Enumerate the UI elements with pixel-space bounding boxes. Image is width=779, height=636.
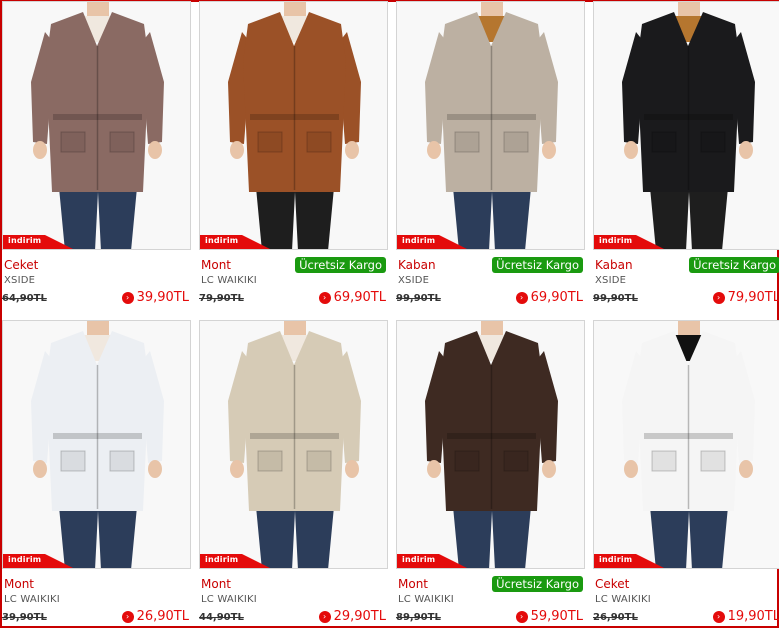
product-category[interactable]: Ceket xyxy=(595,577,629,591)
new-price: 26,90TL xyxy=(136,609,189,624)
chevron-right-icon: › xyxy=(515,610,528,623)
discount-badge-label: indirim xyxy=(599,236,633,245)
product-photo-drawing xyxy=(200,2,387,249)
product-card[interactable]: indirim Kaban Ücretsiz Kargo XSIDE 99,90TL › 6… xyxy=(396,1,585,317)
product-image[interactable]: indirim xyxy=(199,320,388,569)
product-brand: XSIDE xyxy=(398,275,430,286)
product-image[interactable]: indirim xyxy=(396,1,585,250)
new-price: 59,90TL xyxy=(530,609,583,624)
old-price: 26,90TL xyxy=(593,612,638,623)
chevron-right-icon: › xyxy=(712,610,725,623)
discount-badge-label: indirim xyxy=(8,236,42,245)
product-card[interactable]: indirim Mont LC WAIKIKI 39,90TL › 26,90TL xyxy=(2,320,191,636)
product-photo-drawing xyxy=(397,2,584,249)
product-photo-drawing xyxy=(3,2,190,249)
chevron-right-icon: › xyxy=(712,291,725,304)
chevron-right-icon: › xyxy=(318,291,331,304)
product-image[interactable]: indirim xyxy=(396,320,585,569)
new-price-group: › 79,90TL xyxy=(712,290,779,305)
product-brand: XSIDE xyxy=(595,275,627,286)
discount-badge-label: indirim xyxy=(205,236,239,245)
free-shipping-badge: Ücretsiz Kargo xyxy=(492,257,583,273)
product-category[interactable]: Kaban xyxy=(398,258,436,272)
product-image[interactable]: indirim xyxy=(2,320,191,569)
new-price-group: › 69,90TL xyxy=(515,290,583,305)
product-photo-drawing xyxy=(397,321,584,568)
product-brand: LC WAIKIKI xyxy=(201,594,257,605)
product-card[interactable]: indirim Mont Ücretsiz Kargo LC WAIKIKI 79,90… xyxy=(199,1,388,317)
discount-badge-label: indirim xyxy=(8,555,42,564)
product-image[interactable]: indirim xyxy=(2,1,191,250)
discount-badge-label: indirim xyxy=(402,555,436,564)
product-photo-drawing xyxy=(3,321,190,568)
product-card[interactable]: indirim Mont LC WAIKIKI 44,90TL › 29,90TL xyxy=(199,320,388,636)
product-photo-drawing xyxy=(594,2,779,249)
new-price-group: › 26,90TL xyxy=(121,609,189,624)
new-price-group: › 29,90TL xyxy=(318,609,386,624)
new-price-group: › 59,90TL xyxy=(515,609,583,624)
old-price: 99,90TL xyxy=(396,293,441,304)
discount-badge-label: indirim xyxy=(402,236,436,245)
product-brand: LC WAIKIKI xyxy=(398,594,454,605)
product-brand: LC WAIKIKI xyxy=(201,275,257,286)
chevron-right-icon: › xyxy=(121,291,134,304)
new-price: 69,90TL xyxy=(530,290,583,305)
product-image[interactable]: indirim xyxy=(199,1,388,250)
old-price: 99,90TL xyxy=(593,293,638,304)
product-category[interactable]: Mont xyxy=(201,258,231,272)
product-brand: XSIDE xyxy=(4,275,36,286)
product-category[interactable]: Kaban xyxy=(595,258,633,272)
new-price-group: › 69,90TL xyxy=(318,290,386,305)
free-shipping-badge: Ücretsiz Kargo xyxy=(689,257,779,273)
product-category[interactable]: Mont xyxy=(4,577,34,591)
old-price: 89,90TL xyxy=(396,612,441,623)
product-card[interactable]: indirim Ceket LC WAIKIKI 26,90TL › 19,90TL xyxy=(593,320,779,636)
new-price: 19,90TL xyxy=(727,609,779,624)
free-shipping-badge: Ücretsiz Kargo xyxy=(492,576,583,592)
new-price-group: › 39,90TL xyxy=(121,290,189,305)
product-card[interactable]: indirim Kaban Ücretsiz Kargo XSIDE 99,90TL › 7… xyxy=(593,1,779,317)
chevron-right-icon: › xyxy=(318,610,331,623)
discount-badge-label: indirim xyxy=(599,555,633,564)
old-price: 79,90TL xyxy=(199,293,244,304)
discount-badge-label: indirim xyxy=(205,555,239,564)
product-photo-drawing xyxy=(594,321,779,568)
product-photo-drawing xyxy=(200,321,387,568)
product-category[interactable]: Mont xyxy=(201,577,231,591)
product-category[interactable]: Ceket xyxy=(4,258,38,272)
old-price: 44,90TL xyxy=(199,612,244,623)
product-image[interactable]: indirim xyxy=(593,320,779,569)
product-brand: LC WAIKIKI xyxy=(595,594,651,605)
chevron-right-icon: › xyxy=(121,610,134,623)
product-card[interactable]: indirim Mont Ücretsiz Kargo LC WAIKIKI 89,90… xyxy=(396,320,585,636)
new-price: 69,90TL xyxy=(333,290,386,305)
new-price: 39,90TL xyxy=(136,290,189,305)
old-price: 39,90TL xyxy=(2,612,47,623)
product-brand: LC WAIKIKI xyxy=(4,594,60,605)
product-card[interactable]: indirim Ceket XSIDE 64,90TL › 39,90TL xyxy=(2,1,191,317)
new-price-group: › 19,90TL xyxy=(712,609,779,624)
chevron-right-icon: › xyxy=(515,291,528,304)
old-price: 64,90TL xyxy=(2,293,47,304)
new-price: 79,90TL xyxy=(727,290,779,305)
new-price: 29,90TL xyxy=(333,609,386,624)
product-image[interactable]: indirim xyxy=(593,1,779,250)
free-shipping-badge: Ücretsiz Kargo xyxy=(295,257,386,273)
product-category[interactable]: Mont xyxy=(398,577,428,591)
